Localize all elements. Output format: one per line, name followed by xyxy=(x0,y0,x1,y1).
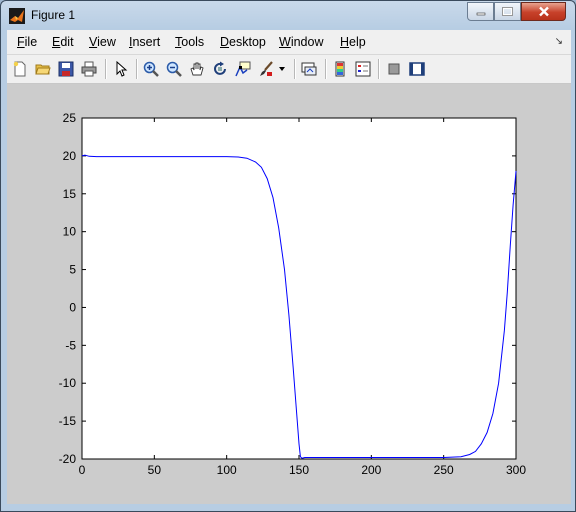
data-cursor-button[interactable] xyxy=(233,59,253,79)
y-tick-label: 25 xyxy=(63,111,77,125)
y-tick-label: -20 xyxy=(59,452,77,466)
new-file-icon xyxy=(13,61,26,77)
link-plot-icon xyxy=(301,62,317,76)
dock-arrow-icon[interactable]: ↘ xyxy=(555,36,563,47)
link-plot-button[interactable] xyxy=(299,59,319,79)
x-tick-label: 250 xyxy=(434,463,454,477)
minimize-button[interactable] xyxy=(467,2,494,21)
line-plot[interactable]: 0 50 100 150 200 250 300 2520151050-5-10-15-20 xyxy=(7,84,571,504)
menu-bar: File Edit View Insert Tools Desktop Wind… xyxy=(7,30,571,55)
y-tick-label: 20 xyxy=(63,149,77,163)
zoom-out-button[interactable] xyxy=(164,59,184,79)
data-cursor-icon xyxy=(235,61,251,77)
hide-plot-tools-icon xyxy=(388,63,400,75)
menu-edit[interactable]: Edit xyxy=(52,35,74,49)
toolbar-separator xyxy=(136,59,137,79)
toolbar-separator xyxy=(378,59,379,79)
menu-tools[interactable]: Tools xyxy=(175,35,204,49)
folder-icon xyxy=(35,64,51,75)
menu-help[interactable]: Help xyxy=(340,35,366,49)
print-figure-button[interactable] xyxy=(79,59,99,79)
toolbar-separator xyxy=(105,59,106,79)
window-frame-right xyxy=(571,84,575,511)
hand-pan-icon xyxy=(190,62,204,76)
y-tick-label: -5 xyxy=(65,338,76,352)
zoom-in-button[interactable] xyxy=(141,59,161,79)
new-figure-button[interactable] xyxy=(10,59,30,79)
figure-toolbar xyxy=(7,55,571,84)
close-button[interactable] xyxy=(521,2,566,21)
y-tick-label: 5 xyxy=(69,263,76,277)
y-tick-label: 15 xyxy=(63,187,77,201)
legend-icon xyxy=(355,61,371,77)
menu-window[interactable]: Window xyxy=(279,35,323,49)
title-bar[interactable]: Figure 1 xyxy=(1,1,575,30)
y-tick-labels: 25 20 15 10 5 0 -5 -10 -15 -20 xyxy=(59,111,77,466)
x-tick-label: 200 xyxy=(361,463,381,477)
hide-plot-tools-button[interactable] xyxy=(384,59,404,79)
zoom-in-icon xyxy=(143,61,159,77)
show-plot-tools-button[interactable] xyxy=(407,59,427,79)
x-tick-label: 300 xyxy=(506,463,526,477)
save-figure-button[interactable] xyxy=(56,59,76,79)
printer-icon xyxy=(81,61,97,77)
figure-window: Figure 1 File Edit View Insert Tools Des… xyxy=(0,0,576,512)
close-icon xyxy=(538,6,549,17)
colorbar-icon xyxy=(335,61,345,77)
x-tick-label: 150 xyxy=(289,463,309,477)
x-tick-label: 0 xyxy=(79,463,86,477)
pan-button[interactable] xyxy=(187,59,207,79)
show-plot-tools-icon xyxy=(409,62,425,76)
menu-file[interactable]: File xyxy=(17,35,37,49)
y-tick-label: 0 xyxy=(69,300,76,314)
x-tick-label: 100 xyxy=(217,463,237,477)
save-icon xyxy=(58,61,74,77)
x-tick-label: 50 xyxy=(148,463,162,477)
brush-icon xyxy=(260,61,273,76)
menu-view[interactable]: View xyxy=(89,35,116,49)
open-file-button[interactable] xyxy=(33,59,53,79)
brush-dropdown-button[interactable] xyxy=(276,59,288,79)
y-tick-label: 10 xyxy=(63,225,77,239)
maximize-button[interactable] xyxy=(494,2,521,21)
maximize-icon xyxy=(502,7,513,16)
brush-button[interactable] xyxy=(256,59,276,79)
figure-canvas: 0 50 100 150 200 250 300 25 20 15 10 5 0 -5 -10 -15 -20 xyxy=(7,84,571,504)
y-tick-label: -10 xyxy=(59,376,77,390)
chevron-down-icon xyxy=(279,67,285,71)
toolbar-separator xyxy=(325,59,326,79)
x-tick-labels: 0 50 100 150 200 250 300 xyxy=(79,463,527,477)
zoom-out-icon xyxy=(166,61,182,77)
menu-desktop[interactable]: Desktop xyxy=(220,35,266,49)
arrow-cursor-icon xyxy=(116,61,128,77)
menu-insert[interactable]: Insert xyxy=(129,35,160,49)
y-tick-label: -15 xyxy=(59,414,77,428)
insert-colorbar-button[interactable] xyxy=(330,59,350,79)
rotate-3d-icon xyxy=(214,61,226,75)
minimize-icon xyxy=(476,12,485,15)
edit-plot-button[interactable] xyxy=(111,59,131,79)
matlab-logo-icon xyxy=(9,8,25,24)
toolbar-separator xyxy=(294,59,295,79)
plot-area xyxy=(81,117,517,460)
insert-legend-button[interactable] xyxy=(353,59,373,79)
window-title: Figure 1 xyxy=(31,8,76,22)
rotate-3d-button[interactable] xyxy=(210,59,230,79)
